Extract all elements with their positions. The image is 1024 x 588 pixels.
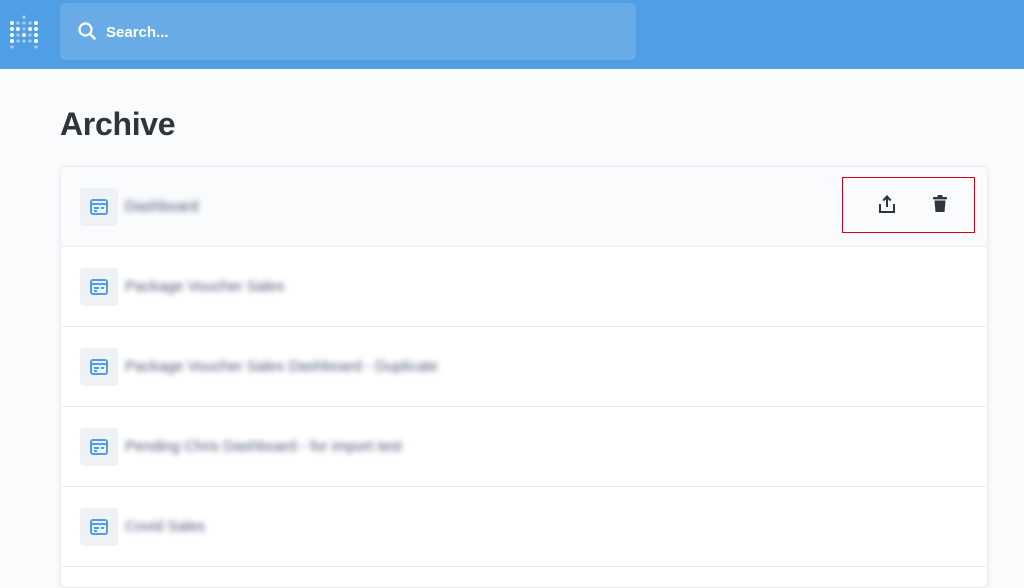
metabase-logo-icon[interactable] <box>8 14 40 54</box>
top-navigation-bar <box>0 0 1024 69</box>
archive-list-item[interactable]: Pending Chris Dashboard - for import tes… <box>61 407 987 487</box>
dashboard-icon <box>80 508 118 546</box>
dashboard-icon <box>80 348 118 386</box>
dashboard-icon <box>80 428 118 466</box>
archive-item-name: Package Voucher Sales <box>125 278 285 295</box>
archive-item-name: Covid Sales <box>125 518 206 535</box>
archive-item-name: Dashboard <box>125 198 199 215</box>
search-bar[interactable] <box>60 3 636 60</box>
archive-item-name: Package Voucher Sales Dashboard - Duplic… <box>125 358 438 375</box>
trash-icon[interactable] <box>929 193 951 215</box>
archive-list-item[interactable]: Dashboard <box>61 167 987 247</box>
dashboard-icon <box>80 188 118 226</box>
archive-item-name: Pending Chris Dashboard - for import tes… <box>125 438 402 455</box>
search-icon <box>78 22 96 40</box>
archive-list-item[interactable]: Package Voucher Sales Dashboard - Duplic… <box>61 327 987 407</box>
archive-list-item[interactable]: Package Voucher Sales <box>61 247 987 327</box>
page-title: Archive <box>60 106 176 142</box>
unarchive-icon[interactable] <box>876 193 898 215</box>
search-input[interactable] <box>106 15 606 49</box>
dashboard-icon <box>80 268 118 306</box>
archive-list-item[interactable]: Covid Sales <box>61 487 987 567</box>
archive-list: Dashboard Package Voucher Sales Package … <box>60 166 988 588</box>
item-actions <box>842 177 975 233</box>
